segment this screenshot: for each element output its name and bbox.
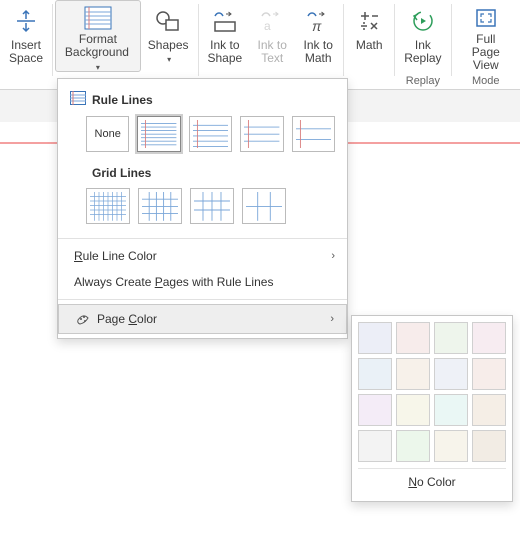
grid-xlarge-swatch[interactable]	[242, 188, 286, 224]
rule-line-color-label: Rule Line Color	[74, 249, 157, 263]
page-color-item[interactable]: Page Color ›	[58, 304, 347, 334]
ink-to-math-label: Ink to Math	[304, 39, 333, 65]
color-swatch-7[interactable]	[472, 358, 506, 390]
format-background-button[interactable]: Format Background ▾	[55, 0, 141, 72]
color-swatch-6[interactable]	[434, 358, 468, 390]
group-label-replay: Replay	[397, 73, 448, 89]
rule-college-swatch[interactable]	[189, 116, 232, 152]
group-label-mode: Mode	[454, 73, 518, 89]
color-swatch-5[interactable]	[396, 358, 430, 390]
chevron-down-icon: ▾	[167, 55, 171, 64]
math-icon	[353, 5, 385, 37]
color-swatch-12[interactable]	[358, 430, 392, 462]
format-background-dropdown: Rule Lines None Grid Lines	[57, 78, 348, 339]
ink-replay-label: Ink Replay	[404, 39, 441, 65]
grid-large-swatch[interactable]	[190, 188, 234, 224]
full-page-view-label: Full Page View	[461, 33, 511, 72]
no-color-item[interactable]: No Color	[358, 468, 506, 495]
ink-to-text-label: Ink to Text	[258, 39, 287, 65]
color-swatch-2[interactable]	[434, 322, 468, 354]
color-swatch-10[interactable]	[434, 394, 468, 426]
shapes-button[interactable]: Shapes▾	[141, 0, 196, 72]
ribbon: Insert Space Format Background ▾	[0, 0, 520, 90]
grid-small-swatch[interactable]	[86, 188, 130, 224]
ink-to-text-button: a Ink to Text	[249, 0, 295, 72]
rule-none-swatch[interactable]: None	[86, 116, 129, 152]
color-swatch-8[interactable]	[358, 394, 392, 426]
color-swatch-14[interactable]	[434, 430, 468, 462]
ink-to-math-button[interactable]: π Ink to Math	[295, 0, 341, 72]
shapes-label: Shapes▾	[148, 39, 189, 66]
page-color-flyout: No Color	[351, 315, 513, 502]
ink-to-shape-label: Ink to Shape	[208, 39, 243, 65]
format-background-label: Format Background ▾	[62, 33, 134, 74]
chevron-down-icon: ▾	[96, 63, 100, 72]
chevron-right-icon: ›	[331, 250, 335, 262]
svg-text:a: a	[264, 19, 271, 33]
insert-space-icon	[10, 5, 42, 37]
color-swatch-4[interactable]	[358, 358, 392, 390]
grid-lines-row	[70, 186, 335, 234]
color-swatch-9[interactable]	[396, 394, 430, 426]
ink-to-math-icon: π	[302, 5, 334, 37]
grid-lines-title: Grid Lines	[70, 166, 151, 180]
always-create-label: Always Create Pages with Rule Lines	[74, 275, 273, 289]
grid-medium-swatch[interactable]	[138, 188, 182, 224]
page-color-label: Page Color	[97, 312, 157, 326]
rule-lines-row: None	[70, 114, 335, 162]
color-swatch-15[interactable]	[472, 430, 506, 462]
no-color-label: No Color	[408, 475, 455, 489]
full-page-view-button[interactable]: Full Page View	[454, 0, 518, 72]
math-button[interactable]: Math	[346, 0, 392, 72]
page-color-icon	[75, 311, 91, 327]
insert-space-button[interactable]: Insert Space	[2, 0, 50, 72]
insert-space-label: Insert Space	[9, 39, 43, 65]
ink-to-text-icon: a	[256, 5, 288, 37]
color-swatch-0[interactable]	[358, 322, 392, 354]
ink-replay-icon	[407, 5, 439, 37]
ink-to-shape-icon	[209, 5, 241, 37]
rule-wide-swatch[interactable]	[292, 116, 335, 152]
rule-line-color-item[interactable]: Rule Line Color ›	[58, 243, 347, 269]
color-swatch-1[interactable]	[396, 322, 430, 354]
rule-narrow-swatch[interactable]	[137, 116, 180, 152]
full-page-view-icon	[470, 5, 502, 31]
rule-standard-swatch[interactable]	[240, 116, 283, 152]
color-swatch-13[interactable]	[396, 430, 430, 462]
always-create-item[interactable]: Always Create Pages with Rule Lines	[58, 269, 347, 295]
grid-lines-header: Grid Lines	[70, 162, 335, 186]
rule-lines-icon	[70, 91, 86, 108]
math-label: Math	[356, 39, 383, 52]
ink-to-shape-button[interactable]: Ink to Shape	[201, 0, 250, 72]
format-background-icon	[82, 5, 114, 31]
svg-text:π: π	[312, 18, 322, 34]
chevron-right-icon: ›	[330, 313, 334, 325]
color-grid	[358, 322, 506, 462]
rule-lines-title: Rule Lines	[92, 93, 153, 107]
color-swatch-3[interactable]	[472, 322, 506, 354]
shapes-icon	[152, 5, 184, 37]
color-swatch-11[interactable]	[472, 394, 506, 426]
rule-lines-header: Rule Lines	[70, 87, 335, 114]
ink-replay-button[interactable]: Ink Replay	[397, 0, 448, 72]
